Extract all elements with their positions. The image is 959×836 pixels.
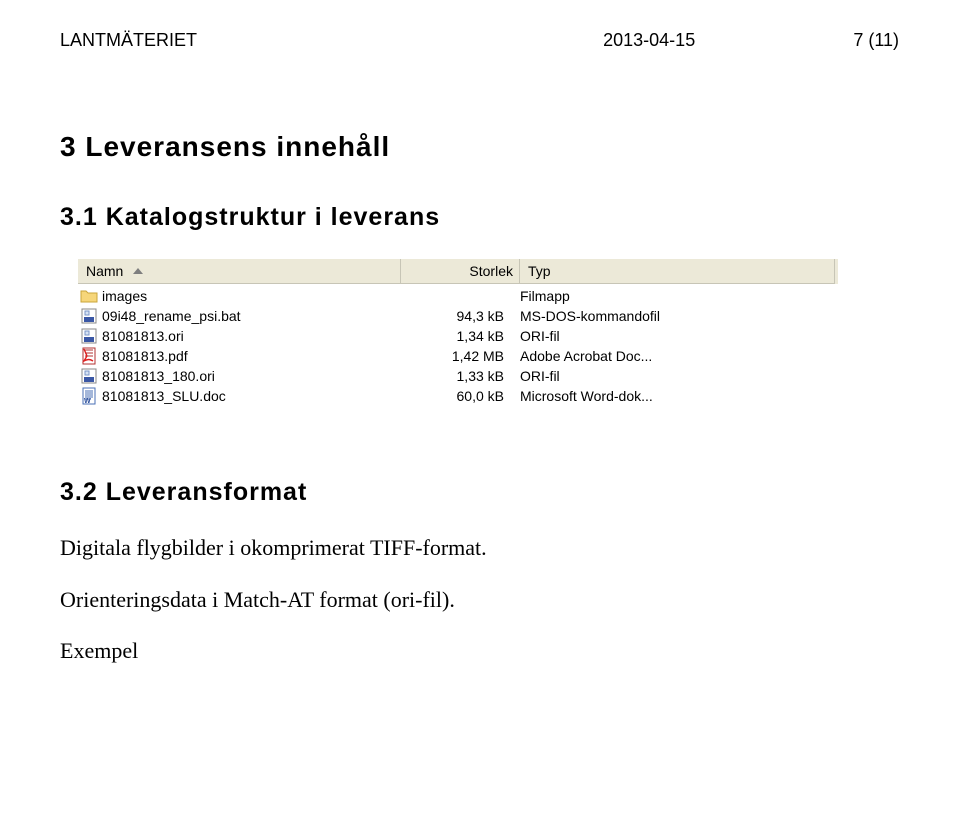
file-row[interactable]: 81081813.pdf 1,42 MB Adobe Acrobat Doc..… xyxy=(78,346,838,366)
header-page-number: 7 (11) xyxy=(853,30,899,51)
file-name: 81081813.ori xyxy=(102,328,184,344)
file-size: 1,34 kB xyxy=(400,328,512,344)
pdf-file-icon xyxy=(80,347,98,365)
file-row[interactable]: 09i48_rename_psi.bat 94,3 kB MS-DOS-komm… xyxy=(78,306,838,326)
file-name: 81081813.pdf xyxy=(102,348,188,364)
file-size: 60,0 kB xyxy=(400,388,512,404)
file-listing: Namn Storlek Typ images Filmapp xyxy=(78,258,838,408)
folder-icon xyxy=(80,287,98,305)
paragraph: Exempel xyxy=(60,636,899,666)
column-header-name-label: Namn xyxy=(86,263,123,279)
file-type: ORI-fil xyxy=(512,328,820,344)
paragraph: Orienteringsdata i Match-AT format (ori-… xyxy=(60,585,899,615)
column-header-size-label: Storlek xyxy=(469,263,513,279)
bat-file-icon xyxy=(80,307,98,325)
column-header-type-label: Typ xyxy=(528,263,551,279)
file-row[interactable]: images Filmapp xyxy=(78,286,838,306)
document-page: LANTMÄTERIET 2013-04-15 7 (11) 3 Leveran… xyxy=(0,0,959,718)
file-type: Adobe Acrobat Doc... xyxy=(512,348,820,364)
file-size: 94,3 kB xyxy=(400,308,512,324)
column-header-name[interactable]: Namn xyxy=(78,259,401,284)
svg-text:W: W xyxy=(84,398,91,405)
page-header: LANTMÄTERIET 2013-04-15 7 (11) xyxy=(60,30,899,51)
ori-file-icon xyxy=(80,367,98,385)
file-listing-body: images Filmapp 09i48_rename_psi.bat 94,3… xyxy=(78,284,838,408)
column-header-size[interactable]: Storlek xyxy=(401,259,520,284)
sort-ascending-icon xyxy=(133,268,143,274)
header-organization: LANTMÄTERIET xyxy=(60,30,197,51)
file-type: Microsoft Word-dok... xyxy=(512,388,820,404)
ori-file-icon xyxy=(80,327,98,345)
paragraph: Digitala flygbilder i okomprimerat TIFF-… xyxy=(60,533,899,563)
file-row[interactable]: 81081813.ori 1,34 kB ORI-fil xyxy=(78,326,838,346)
file-name: 09i48_rename_psi.bat xyxy=(102,308,241,324)
file-name: 81081813_SLU.doc xyxy=(102,388,226,404)
file-listing-header: Namn Storlek Typ xyxy=(78,258,838,284)
file-size: 1,42 MB xyxy=(400,348,512,364)
doc-file-icon: W xyxy=(80,387,98,405)
column-header-type[interactable]: Typ xyxy=(520,259,835,284)
file-name: 81081813_180.ori xyxy=(102,368,215,384)
section-3-heading: 3 Leveransens innehåll xyxy=(60,131,899,163)
file-row[interactable]: 81081813_180.ori 1,33 kB ORI-fil xyxy=(78,366,838,386)
file-size: 1,33 kB xyxy=(400,368,512,384)
file-row[interactable]: W 81081813_SLU.doc 60,0 kB Microsoft Wor… xyxy=(78,386,838,406)
file-type: MS-DOS-kommandofil xyxy=(512,308,820,324)
file-type: Filmapp xyxy=(512,288,820,304)
file-name: images xyxy=(102,288,147,304)
section-3-1-heading: 3.1 Katalogstruktur i leverans xyxy=(60,203,899,232)
file-type: ORI-fil xyxy=(512,368,820,384)
section-3-2-heading: 3.2 Leveransformat xyxy=(60,478,899,507)
header-date: 2013-04-15 xyxy=(603,30,695,51)
